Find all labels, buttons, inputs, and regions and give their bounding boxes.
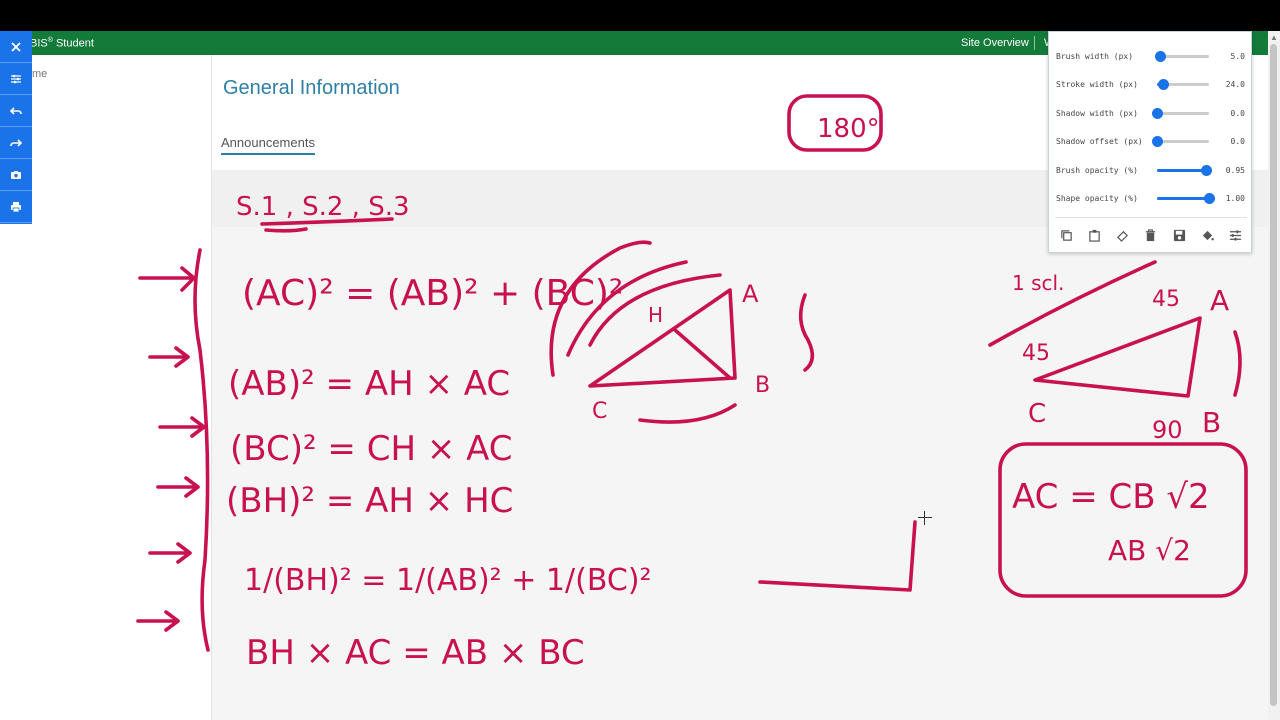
- setting-slider[interactable]: [1157, 79, 1209, 90]
- setting-value: 0.95: [1225, 166, 1245, 175]
- setting-slider[interactable]: [1152, 108, 1209, 119]
- settings-actions: [1055, 228, 1247, 248]
- sliders-icon: [11, 74, 21, 83]
- setting-row: Stroke width (px) 24.0: [1049, 76, 1253, 92]
- sidebar-item-home[interactable]: me: [32, 68, 47, 80]
- setting-label: Shape opacity (%): [1056, 194, 1138, 203]
- camera-icon: [11, 170, 21, 179]
- slider-knob[interactable]: [1152, 136, 1163, 147]
- setting-label: Brush opacity (%): [1056, 166, 1138, 175]
- setting-value: 5.0: [1230, 52, 1245, 61]
- setting-row: Shadow offset (px) 0.0: [1049, 133, 1253, 149]
- setting-label: Shadow width (px): [1056, 109, 1138, 118]
- scrollbar-thumb[interactable]: [1270, 44, 1277, 706]
- settings-divider: [1055, 217, 1247, 218]
- slider-knob[interactable]: [1152, 108, 1163, 119]
- setting-value: 0.0: [1230, 109, 1245, 118]
- brand-name: BIS: [30, 37, 48, 50]
- undo-icon: [10, 106, 22, 115]
- print-button[interactable]: [0, 191, 32, 223]
- brand-suffix: Student: [52, 37, 94, 50]
- nav-site-overview[interactable]: Site Overview: [961, 37, 1029, 49]
- slider-knob[interactable]: [1204, 193, 1215, 204]
- setting-slider[interactable]: [1154, 51, 1209, 62]
- slider-knob[interactable]: [1201, 165, 1213, 176]
- screenshot-button[interactable]: [0, 159, 32, 191]
- annotation-toolbar: [0, 31, 32, 224]
- scroll-up-arrow-icon[interactable]: ▲: [1270, 33, 1278, 42]
- setting-label: Brush width (px): [1056, 52, 1134, 61]
- setting-row: Shape opacity (%) 1.00: [1049, 190, 1253, 206]
- setting-value: 0.0: [1230, 137, 1245, 146]
- brand-logo-text[interactable]: BIS® Student: [30, 37, 94, 50]
- settings-button[interactable]: [0, 63, 32, 95]
- slider-knob[interactable]: [1154, 51, 1166, 62]
- setting-row: Brush width (px) 5.0: [1049, 48, 1253, 64]
- redo-button[interactable]: [0, 127, 32, 159]
- setting-slider[interactable]: [1157, 165, 1213, 176]
- eraser-icon[interactable]: [1116, 228, 1130, 242]
- undo-button[interactable]: [0, 95, 32, 127]
- setting-row: Shadow width (px) 0.0: [1049, 105, 1253, 121]
- tab-announcements[interactable]: Announcements: [221, 135, 315, 155]
- printer-icon: [11, 201, 21, 212]
- close-icon: [11, 41, 21, 52]
- setting-value: 24.0: [1225, 80, 1245, 89]
- window-top-bar: [0, 0, 1280, 31]
- brush-settings-panel: Brush width (px) 5.0 Stroke width (px) 24.0…: [1048, 31, 1252, 253]
- page-scrollbar[interactable]: ▲: [1268, 31, 1280, 720]
- slider-fill: [1157, 169, 1207, 172]
- screen: BIS® Student Site Overview W me General …: [0, 0, 1280, 720]
- setting-value: 1.00: [1225, 194, 1245, 203]
- paste-icon[interactable]: [1087, 228, 1101, 242]
- setting-row: Brush opacity (%) 0.95: [1049, 162, 1253, 178]
- close-button[interactable]: [0, 31, 32, 63]
- nav-separator: [1034, 36, 1035, 50]
- setting-slider[interactable]: [1152, 136, 1209, 147]
- crosshair-cursor-icon: [918, 511, 932, 525]
- save-icon[interactable]: [1172, 228, 1186, 242]
- setting-slider[interactable]: [1157, 193, 1215, 204]
- slider-fill: [1157, 197, 1209, 200]
- slider-knob[interactable]: [1158, 79, 1170, 90]
- copy-icon[interactable]: [1059, 228, 1073, 242]
- setting-label: Shadow offset (px): [1056, 137, 1143, 146]
- redo-icon: [10, 138, 22, 147]
- trash-icon[interactable]: [1144, 228, 1158, 242]
- tune-icon[interactable]: [1229, 228, 1243, 242]
- setting-label: Stroke width (px): [1056, 80, 1138, 89]
- page-title: General Information: [223, 77, 400, 99]
- fill-icon[interactable]: [1201, 228, 1215, 242]
